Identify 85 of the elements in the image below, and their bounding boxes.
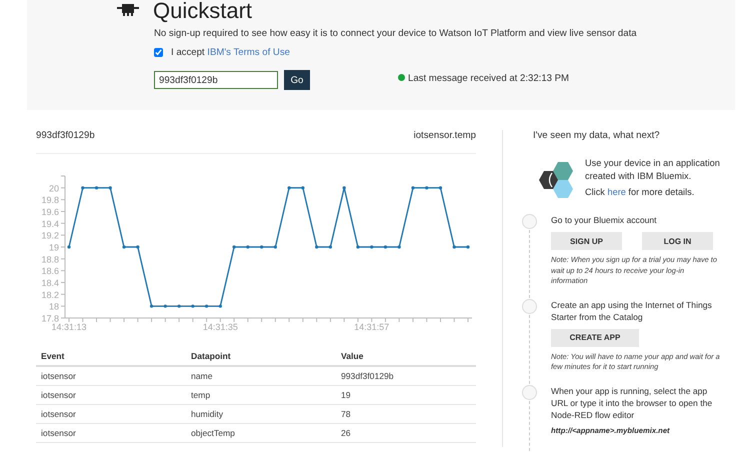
action-button[interactable]: SIGN UP: [551, 232, 622, 250]
y-tick-label: 18.4: [41, 278, 59, 288]
table-cell: humidity: [186, 404, 336, 424]
data-point: [274, 245, 277, 249]
step-text: Create an app using the Internet of Things Starter from the Catalog: [551, 298, 713, 322]
table-cell: objectTemp: [186, 424, 336, 442]
status-dot: [398, 74, 405, 80]
y-tick-label: 19.8: [41, 195, 59, 206]
data-point: [384, 245, 388, 249]
step-circle-icon: [522, 214, 537, 229]
data-point: [425, 186, 428, 190]
table-cell: 19: [336, 386, 476, 404]
table-cell: 78: [336, 404, 476, 424]
intro-text: Use your device in an application created with IBM Bluemix.: [585, 157, 720, 183]
step-circle-icon: [522, 298, 537, 314]
table-cell: 26: [336, 424, 476, 442]
step-circle-icon: [522, 384, 537, 400]
data-point: [342, 186, 346, 190]
y-tick-label: 18: [48, 302, 59, 312]
data-point: [370, 245, 374, 249]
data-point: [411, 186, 415, 190]
data-point: [136, 245, 140, 249]
data-point: [438, 186, 442, 190]
data-point: [288, 186, 291, 190]
data-point: [67, 245, 71, 249]
here-link[interactable]: here: [607, 187, 626, 197]
y-tick-label: 17.8: [41, 314, 59, 324]
data-point: [122, 245, 126, 249]
data-point: [218, 304, 222, 308]
data-point: [452, 245, 456, 249]
x-tick-label: 14:31:13: [51, 322, 87, 332]
terms-checkbox[interactable]: [154, 48, 163, 57]
data-point: [398, 245, 401, 249]
subtitle: No sign-up required to see how easy it is to connect your device to Watson IoT Platform and view live sensor data: [154, 28, 638, 39]
y-tick-label: 19.6: [41, 207, 59, 217]
data-point: [328, 245, 332, 249]
y-tick-label: 19: [48, 242, 59, 252]
y-tick-label: 19.2: [41, 230, 59, 241]
status-text: Last message received at 2:32:13 PM: [408, 72, 570, 84]
data-point: [164, 304, 167, 308]
step-text: Go to your Bluemix account: [551, 214, 658, 226]
data-point: [150, 304, 154, 308]
data-point: [356, 245, 360, 249]
device-name: 993df3f0129b: [36, 130, 95, 141]
data-point: [108, 186, 112, 190]
device-id-field[interactable]: 993df3f0129b: [154, 71, 278, 89]
data-point: [232, 245, 236, 249]
device-icon: [117, 2, 139, 16]
column-header: Value: [336, 346, 476, 366]
data-point: [81, 186, 84, 190]
data-point: [466, 245, 470, 249]
action-button[interactable]: CREATE APP: [551, 328, 639, 346]
table-cell: iotsensor: [36, 386, 186, 404]
details-text: Click here for more details.: [585, 186, 696, 199]
data-point: [177, 304, 181, 308]
y-tick-label: 19.4: [41, 218, 59, 229]
data-point: [260, 245, 264, 249]
terms-label: I accept: [171, 47, 205, 58]
table-cell: name: [186, 366, 336, 386]
next-title: I've seen my data, what next?: [533, 130, 661, 141]
datapoint-name: iotsensor.temp: [414, 130, 476, 141]
data-point: [191, 304, 194, 308]
table-cell: temp: [186, 386, 336, 404]
table-cell: iotsensor: [36, 366, 186, 386]
data-point: [94, 186, 98, 190]
y-tick-label: 18.6: [41, 266, 59, 276]
x-tick-label: 14:31:57: [354, 322, 390, 332]
column-header: Event: [36, 346, 186, 366]
y-tick-label: 20: [48, 183, 59, 194]
table-cell: iotsensor: [36, 424, 186, 442]
column-header: Datapoint: [186, 346, 336, 366]
table-cell: 993df3f0129b: [336, 366, 476, 386]
data-point: [301, 186, 304, 190]
table-cell: iotsensor: [36, 404, 186, 424]
terms-link[interactable]: IBM's Terms of Use: [207, 47, 290, 58]
data-point: [204, 304, 208, 308]
x-tick-label: 14:31:35: [202, 322, 238, 332]
go-button[interactable]: Go: [284, 70, 310, 90]
page-title: Quickstart: [153, 0, 252, 22]
data-point: [246, 245, 250, 249]
y-tick-label: 18.8: [41, 254, 59, 264]
action-button[interactable]: LOG IN: [642, 232, 713, 250]
y-tick-label: 18.2: [41, 290, 59, 300]
step-text: When your app is running, select the app URL or type it into the browser to open the Node-RED flow editor: [551, 384, 714, 420]
data-point: [315, 245, 318, 249]
